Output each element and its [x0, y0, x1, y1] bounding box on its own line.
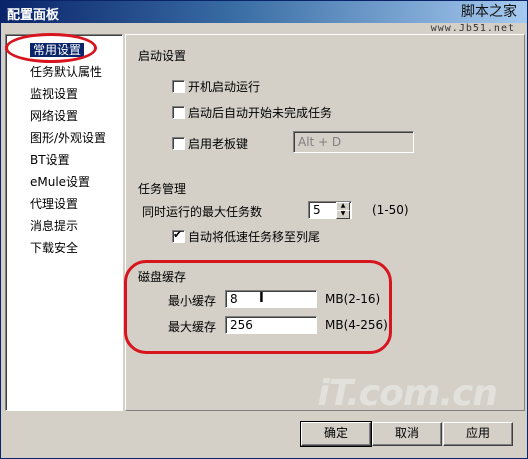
annotation-box-disk-cache: [124, 260, 392, 354]
nav-item-network[interactable]: 网络设置: [30, 107, 78, 125]
watermark-site-url: www.Jb51.net: [430, 23, 515, 34]
apply-button[interactable]: 应用: [443, 422, 513, 446]
auto-start-checkbox[interactable]: [172, 80, 185, 93]
resume-tasks-label[interactable]: 启动后自动开始未完成任务: [188, 104, 332, 121]
window-title: 配置面板: [7, 8, 60, 23]
nav-item-bt[interactable]: BT设置: [30, 151, 70, 169]
cancel-button[interactable]: 取消: [372, 422, 442, 446]
move-slow-label[interactable]: 自动将低速任务移至列尾: [188, 228, 320, 245]
auto-start-label[interactable]: 开机启动运行: [188, 78, 260, 95]
watermark-logo: iT.com.cn: [317, 373, 498, 414]
title-bar[interactable]: 配置面板 脚本之家: [1, 1, 527, 23]
boss-key-checkbox[interactable]: [172, 137, 185, 150]
nav-item-notifications[interactable]: 消息提示: [30, 217, 78, 235]
checkmark-icon: ✔: [173, 228, 183, 241]
tasks-heading: 任务管理: [138, 182, 187, 196]
settings-panel: 启动设置 开机启动运行 启动后自动开始未完成任务 启用老板键 Alt + D 任…: [125, 34, 525, 411]
nav-item-proxy[interactable]: 代理设置: [30, 195, 78, 213]
boss-key-field[interactable]: Alt + D: [293, 131, 414, 153]
watermark-site-name: 脚本之家: [461, 4, 517, 20]
annotation-circle-general: [5, 33, 97, 63]
nav-item-download-security[interactable]: 下载安全: [30, 239, 78, 257]
boss-key-label[interactable]: 启用老板键: [188, 135, 248, 152]
resume-tasks-checkbox[interactable]: [172, 106, 185, 119]
startup-heading: 启动设置: [138, 49, 187, 63]
nav-item-monitor[interactable]: 监视设置: [30, 85, 78, 103]
nav-item-task-defaults[interactable]: 任务默认属性: [30, 63, 102, 81]
nav-item-appearance[interactable]: 图形/外观设置: [30, 129, 106, 147]
max-tasks-range: (1-50): [372, 203, 409, 217]
move-slow-checkbox[interactable]: ✔: [172, 228, 185, 243]
ok-button[interactable]: 确定: [300, 421, 372, 447]
settings-nav-list: 常用设置 任务默认属性 监视设置 网络设置 图形/外观设置 BT设置 eMule…: [5, 34, 123, 411]
config-panel-window: 配置面板 脚本之家 www.Jb51.net 常用设置 任务默认属性 监视设置 …: [0, 0, 528, 459]
max-tasks-label: 同时运行的最大任务数: [142, 205, 263, 219]
nav-item-emule[interactable]: eMule设置: [30, 173, 90, 191]
spin-down-button[interactable]: ▼: [336, 210, 350, 219]
